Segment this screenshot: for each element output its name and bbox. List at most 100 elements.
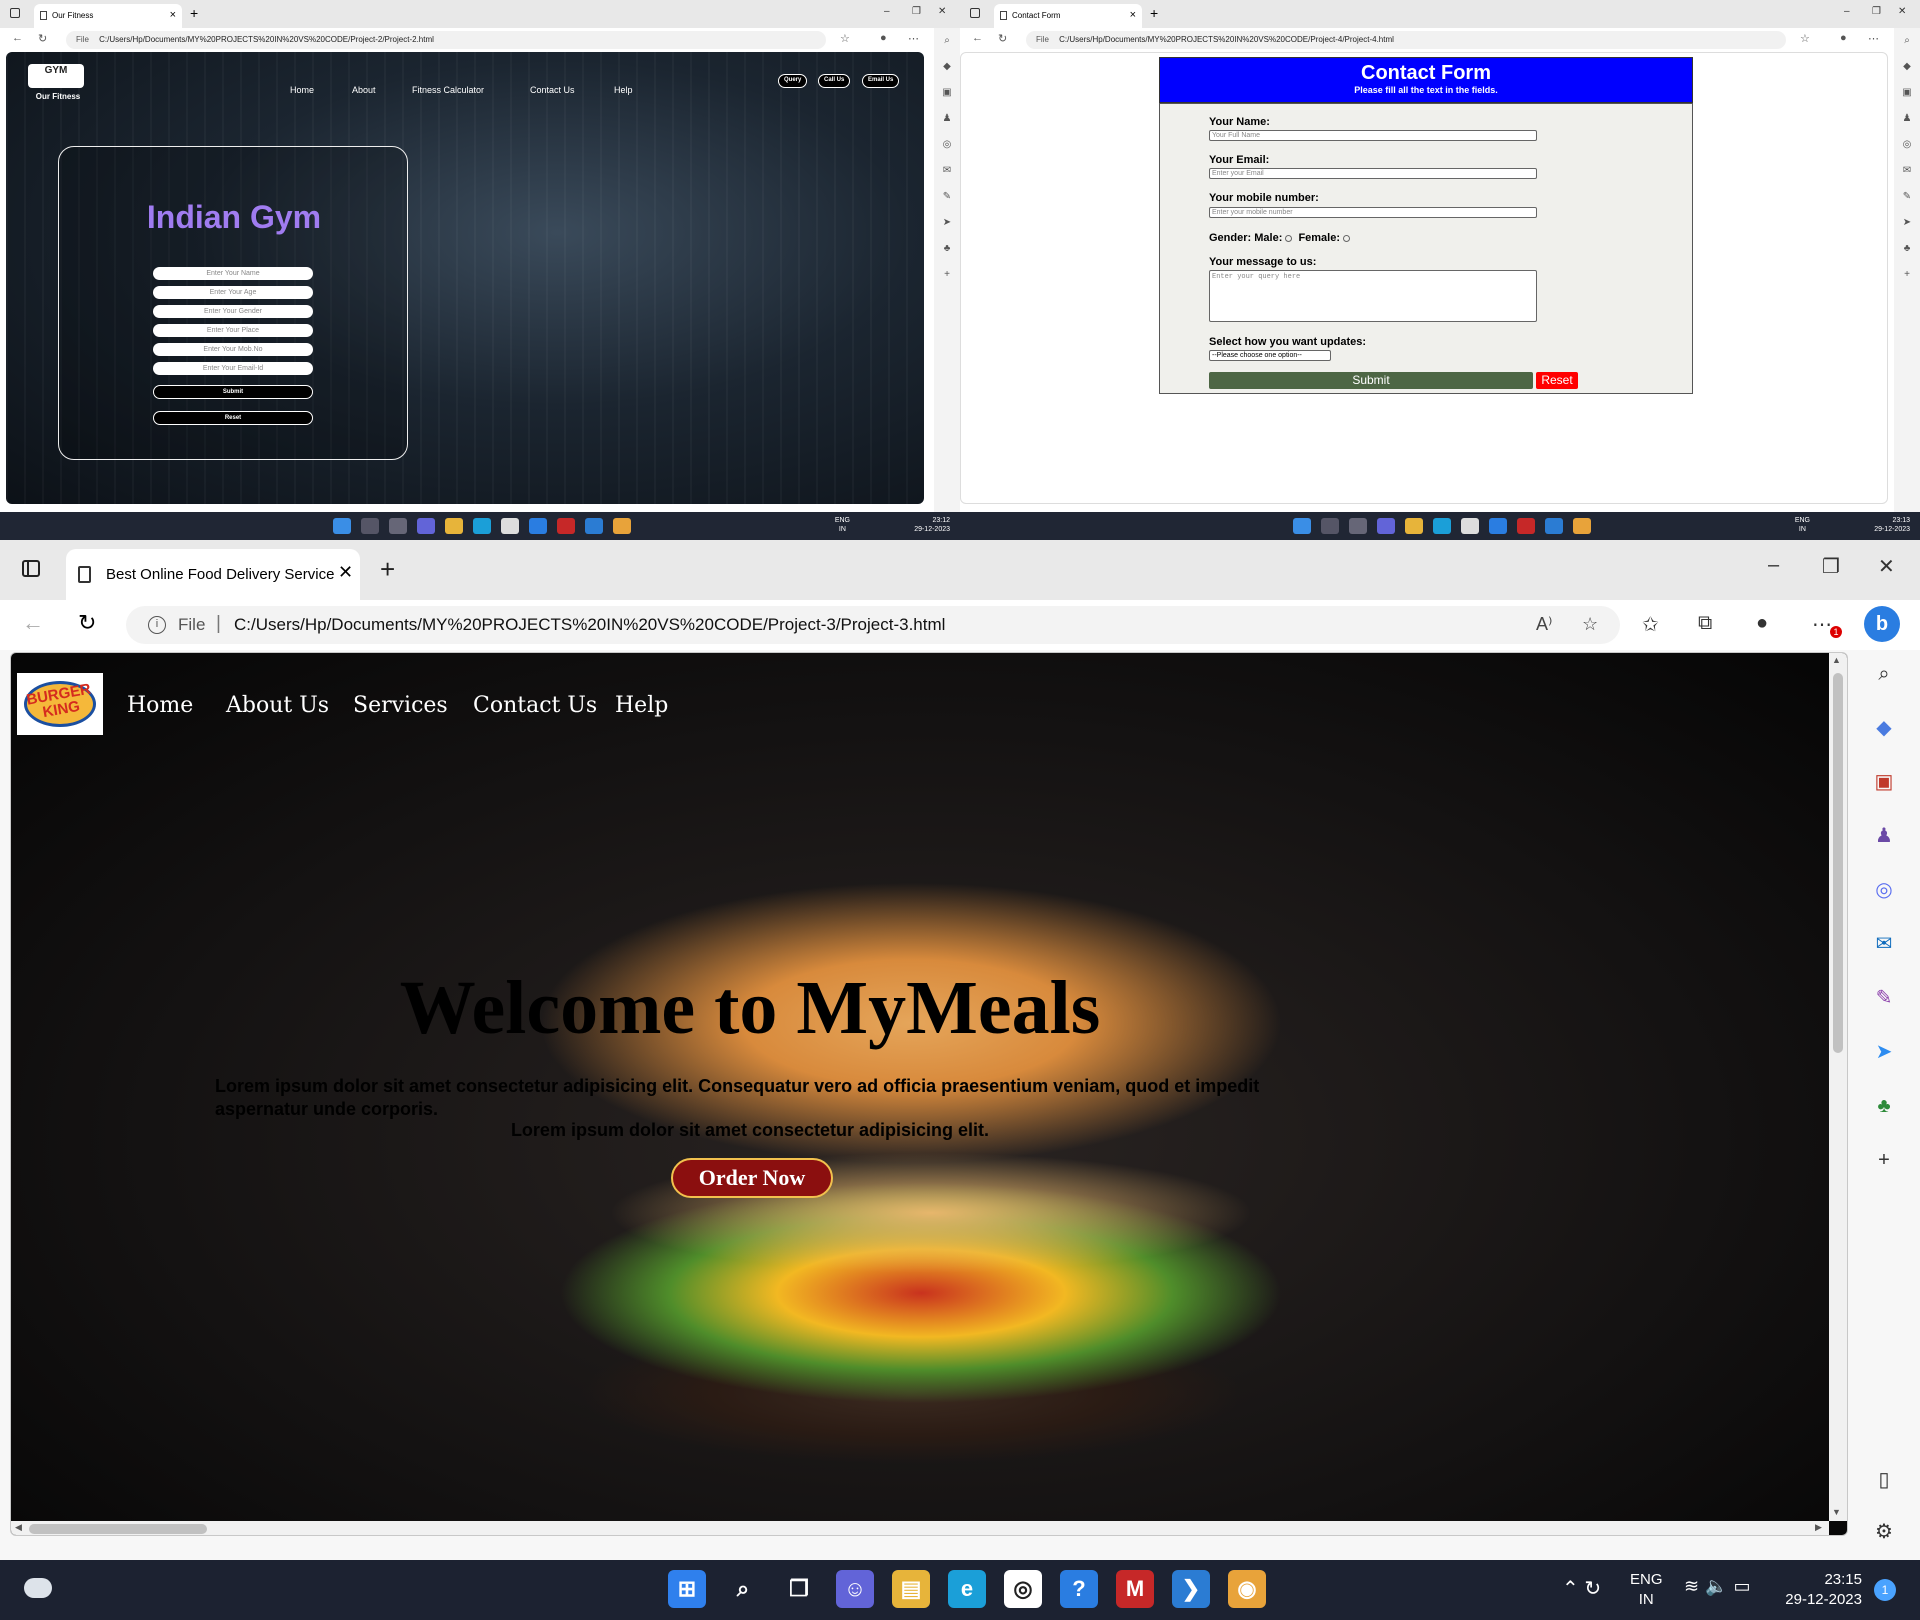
scroll-up-icon[interactable]: ▲ (1832, 655, 1841, 665)
info-icon[interactable]: i (148, 616, 166, 634)
file-explorer-icon[interactable] (445, 518, 463, 534)
new-tab-button[interactable]: + (380, 554, 395, 585)
outlook-icon[interactable]: ✉ (934, 158, 960, 184)
add-icon[interactable]: + (1894, 262, 1920, 288)
more-icon[interactable]: ⋯ (908, 32, 919, 45)
mcafee-icon[interactable]: M (1116, 1570, 1154, 1608)
edge-icon[interactable]: e (948, 1570, 986, 1608)
chrome-icon[interactable] (613, 518, 631, 534)
copilot-icon[interactable]: b (1864, 606, 1900, 642)
search-icon[interactable]: ⌕ (724, 1570, 762, 1608)
more-icon[interactable]: ⋯ (1868, 32, 1879, 45)
close-window-icon[interactable]: ✕ (1898, 6, 1906, 17)
start-icon[interactable] (333, 518, 351, 534)
sidebar-toggle-icon[interactable] (10, 8, 20, 18)
show-hidden-icons[interactable]: ⌃ ↻ (1562, 1576, 1601, 1601)
read-aloud-icon[interactable]: A⁾ (1536, 614, 1552, 635)
chat-icon[interactable]: ☺ (836, 1570, 874, 1608)
add-favorite-icon[interactable]: ☆ (1582, 614, 1598, 635)
search-icon[interactable]: ⌕ (934, 28, 960, 54)
close-tab-icon[interactable]: × (170, 9, 176, 21)
add-icon[interactable]: + (934, 262, 960, 288)
language-indicator[interactable]: ENG IN (1630, 1570, 1663, 1610)
send-icon[interactable]: ➤ (934, 210, 960, 236)
minimize-icon[interactable]: – (884, 6, 890, 17)
minimize-icon[interactable]: – (1844, 6, 1850, 17)
tab-our-fitness[interactable]: Our Fitness × (34, 4, 182, 28)
task-view-icon[interactable] (1349, 518, 1367, 534)
back-icon[interactable]: ← (22, 610, 44, 636)
gym-logo[interactable]: GYM Our Fitness (28, 64, 88, 101)
back-icon[interactable]: ← (12, 32, 23, 44)
more-icon[interactable]: ⋯ (1812, 612, 1832, 637)
horizontal-scroll-thumb[interactable] (29, 1524, 207, 1534)
clock[interactable]: 23:13 29-12-2023 (1874, 516, 1910, 534)
start-icon[interactable] (1293, 518, 1311, 534)
chat-icon[interactable] (1377, 518, 1395, 534)
refresh-icon[interactable]: ↻ (38, 32, 47, 45)
name-field[interactable]: Your Full Name (1209, 130, 1537, 141)
tab-contact-form[interactable]: Contact Form × (994, 4, 1142, 28)
microsoft365-icon[interactable]: ◎ (934, 132, 960, 158)
designer-icon[interactable]: ✎ (934, 184, 960, 210)
message-textarea[interactable]: Enter your query here (1209, 270, 1537, 322)
query-button[interactable]: Query (778, 74, 808, 88)
edge-icon[interactable] (1433, 518, 1451, 534)
vscode-icon[interactable] (585, 518, 603, 534)
help-icon[interactable] (529, 518, 547, 534)
close-window-icon[interactable]: ✕ (1878, 554, 1895, 579)
scroll-right-icon[interactable]: ▶ (1815, 1522, 1822, 1533)
close-window-icon[interactable]: ✕ (938, 6, 946, 17)
mobile-input[interactable]: Enter Your Mob.No (153, 343, 313, 356)
male-radio[interactable] (1285, 234, 1293, 242)
microsoft365-icon[interactable]: ◎ (1870, 876, 1898, 904)
collections-icon[interactable]: ⧉ (1698, 612, 1712, 635)
weather-icon[interactable] (24, 1578, 52, 1598)
settings-icon[interactable]: ⚙ (1870, 1518, 1898, 1546)
tree-icon[interactable]: ♣ (1894, 236, 1920, 262)
search-icon[interactable]: ⌕ (1870, 660, 1898, 688)
send-icon[interactable]: ➤ (1894, 210, 1920, 236)
gym-nav-about[interactable]: About (352, 85, 376, 95)
nav-about-us[interactable]: About Us (226, 693, 329, 718)
chrome-icon[interactable] (1573, 518, 1591, 534)
nav-services[interactable]: Services (353, 693, 448, 718)
chat-icon[interactable] (417, 518, 435, 534)
chrome-icon[interactable]: ◉ (1228, 1570, 1266, 1608)
profile-icon[interactable]: ● (1840, 32, 1847, 44)
gym-nav-home[interactable]: Home (290, 85, 314, 95)
maximize-icon[interactable]: ❐ (912, 6, 921, 17)
games-icon[interactable]: ♟ (934, 106, 960, 132)
vertical-scroll-thumb[interactable] (1833, 673, 1843, 1053)
toolbox-icon[interactable]: ▣ (1894, 80, 1920, 106)
start-icon[interactable]: ⊞ (668, 1570, 706, 1608)
contact-submit-button[interactable]: Submit (1209, 372, 1533, 389)
gym-reset-button[interactable]: Reset (153, 411, 313, 425)
vertical-scrollbar[interactable]: ▲ ▼ (1829, 653, 1847, 1521)
scroll-left-icon[interactable]: ◀ (15, 1522, 22, 1533)
search-icon[interactable]: ⌕ (1894, 28, 1920, 54)
gym-nav-help[interactable]: Help (614, 85, 633, 95)
email-us-button[interactable]: Email Us (862, 74, 900, 88)
favorites-icon[interactable]: ☆ (840, 32, 850, 45)
profile-icon[interactable]: ● (1756, 612, 1768, 635)
nav-help[interactable]: Help (615, 693, 668, 718)
profile-icon[interactable]: ● (880, 32, 887, 44)
edge-icon[interactable] (473, 518, 491, 534)
tag-icon[interactable]: ◆ (934, 54, 960, 80)
language-indicator[interactable]: ENG IN (1795, 516, 1810, 534)
sidebar-toggle-icon[interactable] (22, 560, 40, 577)
file-explorer-icon[interactable]: ▤ (892, 1570, 930, 1608)
burger-king-logo[interactable]: BURGER KING (17, 673, 103, 735)
mobile-field[interactable]: Enter your mobile number (1209, 207, 1537, 218)
email-input[interactable]: Enter Your Email-Id (153, 362, 313, 375)
outlook-icon[interactable]: ✉ (1870, 930, 1898, 958)
vscode-icon[interactable] (1545, 518, 1563, 534)
tree-icon[interactable]: ♣ (1870, 1092, 1898, 1120)
gender-input[interactable]: Enter Your Gender (153, 305, 313, 318)
send-icon[interactable]: ➤ (1870, 1038, 1898, 1066)
new-tab-button[interactable]: + (190, 5, 198, 21)
toolbox-icon[interactable]: ▣ (934, 80, 960, 106)
split-screen-icon[interactable]: ▯ (1870, 1466, 1898, 1494)
favorites-icon[interactable]: ✩ (1642, 612, 1659, 637)
